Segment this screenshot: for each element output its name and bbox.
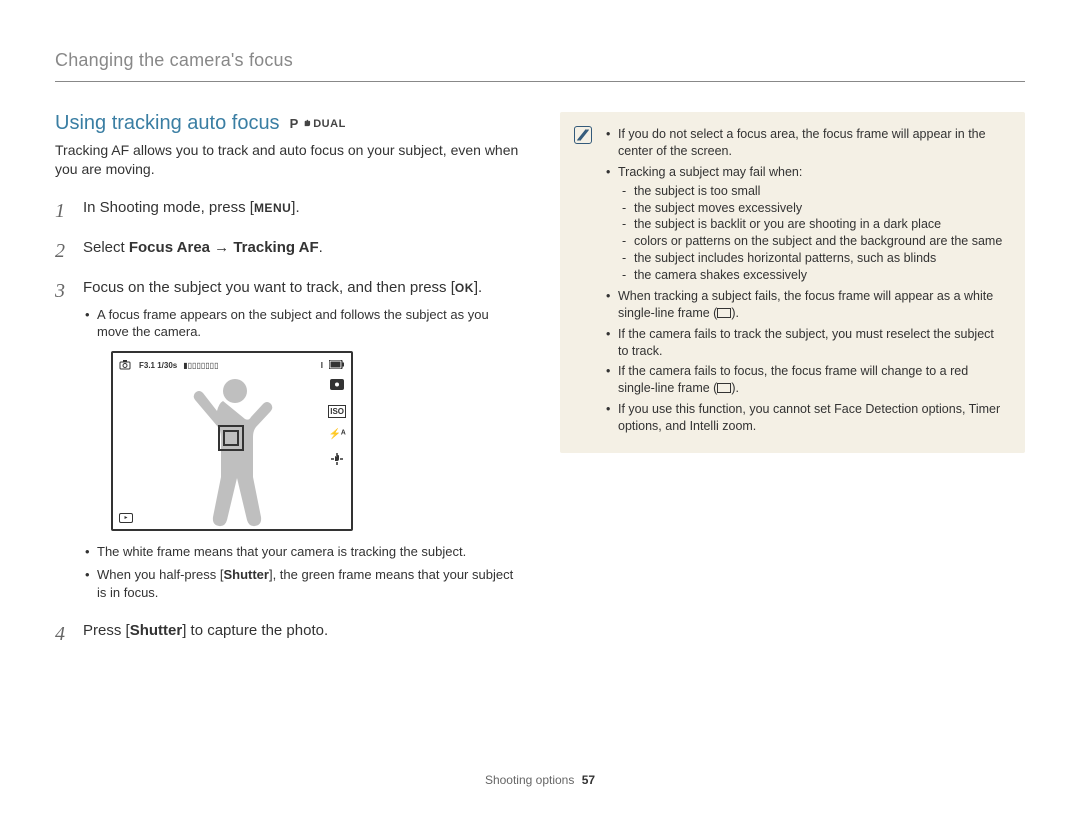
lcd-icon-record	[330, 379, 344, 395]
menu-button-label: MENU	[254, 201, 291, 215]
note-subitem: colors or patterns on the subject and th…	[622, 233, 1007, 250]
note-item: If you use this function, you cannot set…	[606, 401, 1007, 435]
step-4: 4 Press [Shutter] to capture the photo.	[55, 620, 520, 648]
step-number: 1	[55, 197, 71, 225]
note-item: When tracking a subject fails, the focus…	[606, 288, 1007, 322]
section-title-text: Using tracking auto focus	[55, 112, 280, 135]
battery-icon	[329, 360, 345, 372]
note-subitem: the subject moves excessively	[622, 200, 1007, 217]
note-subitem: the subject includes horizontal patterns…	[622, 250, 1007, 267]
note-box: If you do not select a focus area, the f…	[560, 112, 1025, 453]
lcd-preview: F3.1 1/30s ▮▯▯▯▯▯▯▯ I ISO ⚡ᴬ	[111, 351, 353, 531]
focus-frame	[218, 425, 244, 451]
page-header: Changing the camera's focus	[55, 50, 1025, 82]
note-subitem: the subject is too small	[622, 183, 1007, 200]
step-1: 1 In Shooting mode, press [MENU].	[55, 197, 520, 225]
step-2: 2 Select Focus Area → Tracking AF.	[55, 237, 520, 265]
lcd-icon-flash: ⚡ᴬ	[328, 428, 345, 442]
step-number: 2	[55, 237, 71, 265]
right-column: If you do not select a focus area, the f…	[560, 112, 1025, 660]
step3-note-2: The white frame means that your camera i…	[85, 543, 520, 561]
mode-p-icon: P	[290, 116, 299, 131]
step-3: 3 Focus on the subject you want to track…	[55, 277, 520, 608]
footer-section: Shooting options	[485, 773, 574, 787]
note-subitem: the camera shakes excessively	[622, 267, 1007, 284]
red-frame-icon	[717, 383, 731, 393]
white-frame-icon	[717, 308, 731, 318]
lcd-play-icon	[119, 513, 133, 523]
note-subitem: the subject is backlit or you are shooti…	[622, 216, 1007, 233]
page-footer: Shooting options 57	[0, 773, 1080, 787]
ok-button-label: OK	[455, 281, 474, 295]
section-title: Using tracking auto focus P DUAL	[55, 112, 520, 135]
mode-icons: P DUAL	[290, 116, 346, 131]
left-column: Using tracking auto focus P DUAL Trackin…	[55, 112, 520, 660]
note-item: If the camera fails to focus, the focus …	[606, 363, 1007, 397]
section-intro: Tracking AF allows you to track and auto…	[55, 141, 520, 179]
lcd-shot-count: I	[321, 360, 323, 371]
note-icon	[574, 126, 592, 144]
hand-icon	[302, 118, 311, 130]
lcd-histogram: ▮▯▯▯▯▯▯▯	[183, 360, 218, 371]
lcd-icon-stabilizer	[330, 452, 344, 471]
lcd-exposure: F3.1 1/30s	[139, 360, 177, 371]
note-item: If you do not select a focus area, the f…	[606, 126, 1007, 160]
note-item: Tracking a subject may fail when: the su…	[606, 164, 1007, 284]
step-number: 3	[55, 277, 71, 608]
note-item: If the camera fails to track the subject…	[606, 326, 1007, 360]
step3-note-3: When you half-press [Shutter], the green…	[85, 566, 520, 601]
step-number: 4	[55, 620, 71, 648]
step3-note-1: A focus frame appears on the subject and…	[85, 306, 520, 341]
mode-dual-icon: DUAL	[302, 118, 346, 130]
footer-page-number: 57	[582, 773, 595, 787]
lcd-icon-iso: ISO	[328, 405, 346, 418]
